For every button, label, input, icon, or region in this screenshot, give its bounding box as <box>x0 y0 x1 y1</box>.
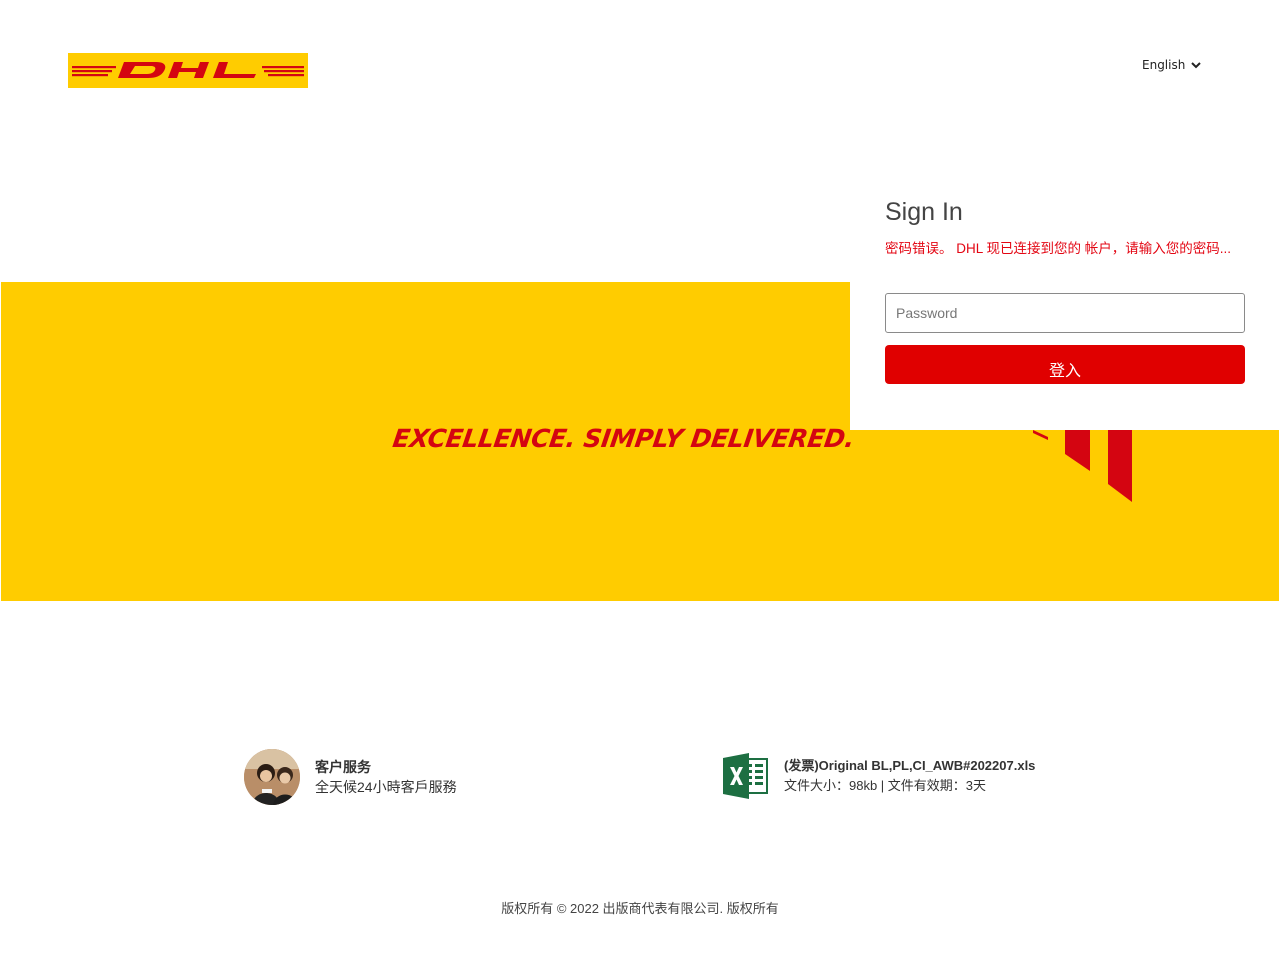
dhl-logo[interactable] <box>68 53 308 88</box>
hero-tagline: EXCELLENCE. SIMPLY DELIVERED. <box>390 424 857 453</box>
customer-service-block: 客户服务 全天候24小時客戶服務 <box>244 749 457 805</box>
footer-copyright: 版权所有 © 2022 出版商代表有限公司. 版权所有 <box>501 901 779 916</box>
attachment-block[interactable]: (发票)Original BL,PL,CI_AWB#202207.xls 文件大… <box>723 753 1035 799</box>
avatar <box>244 749 300 805</box>
excel-file-icon <box>723 753 768 799</box>
login-button[interactable]: 登入 <box>885 345 1245 384</box>
error-message: 密码错误。 DHL 现已连接到您的 帐户，请输入您的密码... <box>885 241 1232 256</box>
dhl-logo-graphic <box>68 53 308 88</box>
customer-service-text: 客户服务 全天候24小時客戶服務 <box>315 757 457 797</box>
attachment-filename[interactable]: (发票)Original BL,PL,CI_AWB#202207.xls <box>784 756 1035 776</box>
signin-panel: Sign In 密码错误。 DHL 现已连接到您的 帐户，请输入您的密码... … <box>850 180 1280 430</box>
customer-service-photo <box>244 749 300 805</box>
password-input[interactable] <box>885 293 1245 333</box>
page: English EXCELLENCE. SIMPLY DELIVERED. Si… <box>0 0 1280 960</box>
chevron-down-icon <box>1191 62 1202 69</box>
attachment-text: (发票)Original BL,PL,CI_AWB#202207.xls 文件大… <box>784 756 1035 796</box>
customer-service-title: 客户服务 <box>315 759 371 775</box>
customer-service-subtitle: 全天候24小時客戶服務 <box>315 779 457 795</box>
attachment-meta: 文件大小：98kb | 文件有效期：3天 <box>784 778 987 793</box>
language-label: English <box>1142 58 1186 72</box>
language-selector[interactable]: English <box>1142 58 1202 72</box>
signin-title: Sign In <box>885 198 963 226</box>
